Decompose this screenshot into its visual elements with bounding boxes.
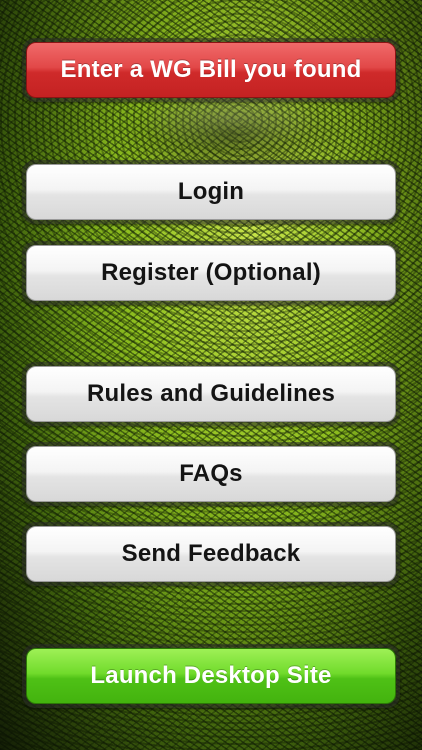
enter-bill-label: Enter a WG Bill you found [26,42,396,98]
launch-desktop-site-button[interactable]: Launch Desktop Site [22,644,400,708]
send-feedback-button[interactable]: Send Feedback [22,522,400,586]
rules-guidelines-label: Rules and Guidelines [26,366,396,422]
faqs-label: FAQs [26,446,396,502]
launch-desktop-site-label: Launch Desktop Site [26,648,396,704]
login-button[interactable]: Login [22,160,400,224]
login-label: Login [26,164,396,220]
register-label: Register (Optional) [26,245,396,301]
enter-bill-button[interactable]: Enter a WG Bill you found [22,38,400,102]
register-button[interactable]: Register (Optional) [22,241,400,305]
faqs-button[interactable]: FAQs [22,442,400,506]
send-feedback-label: Send Feedback [26,526,396,582]
rules-guidelines-button[interactable]: Rules and Guidelines [22,362,400,426]
